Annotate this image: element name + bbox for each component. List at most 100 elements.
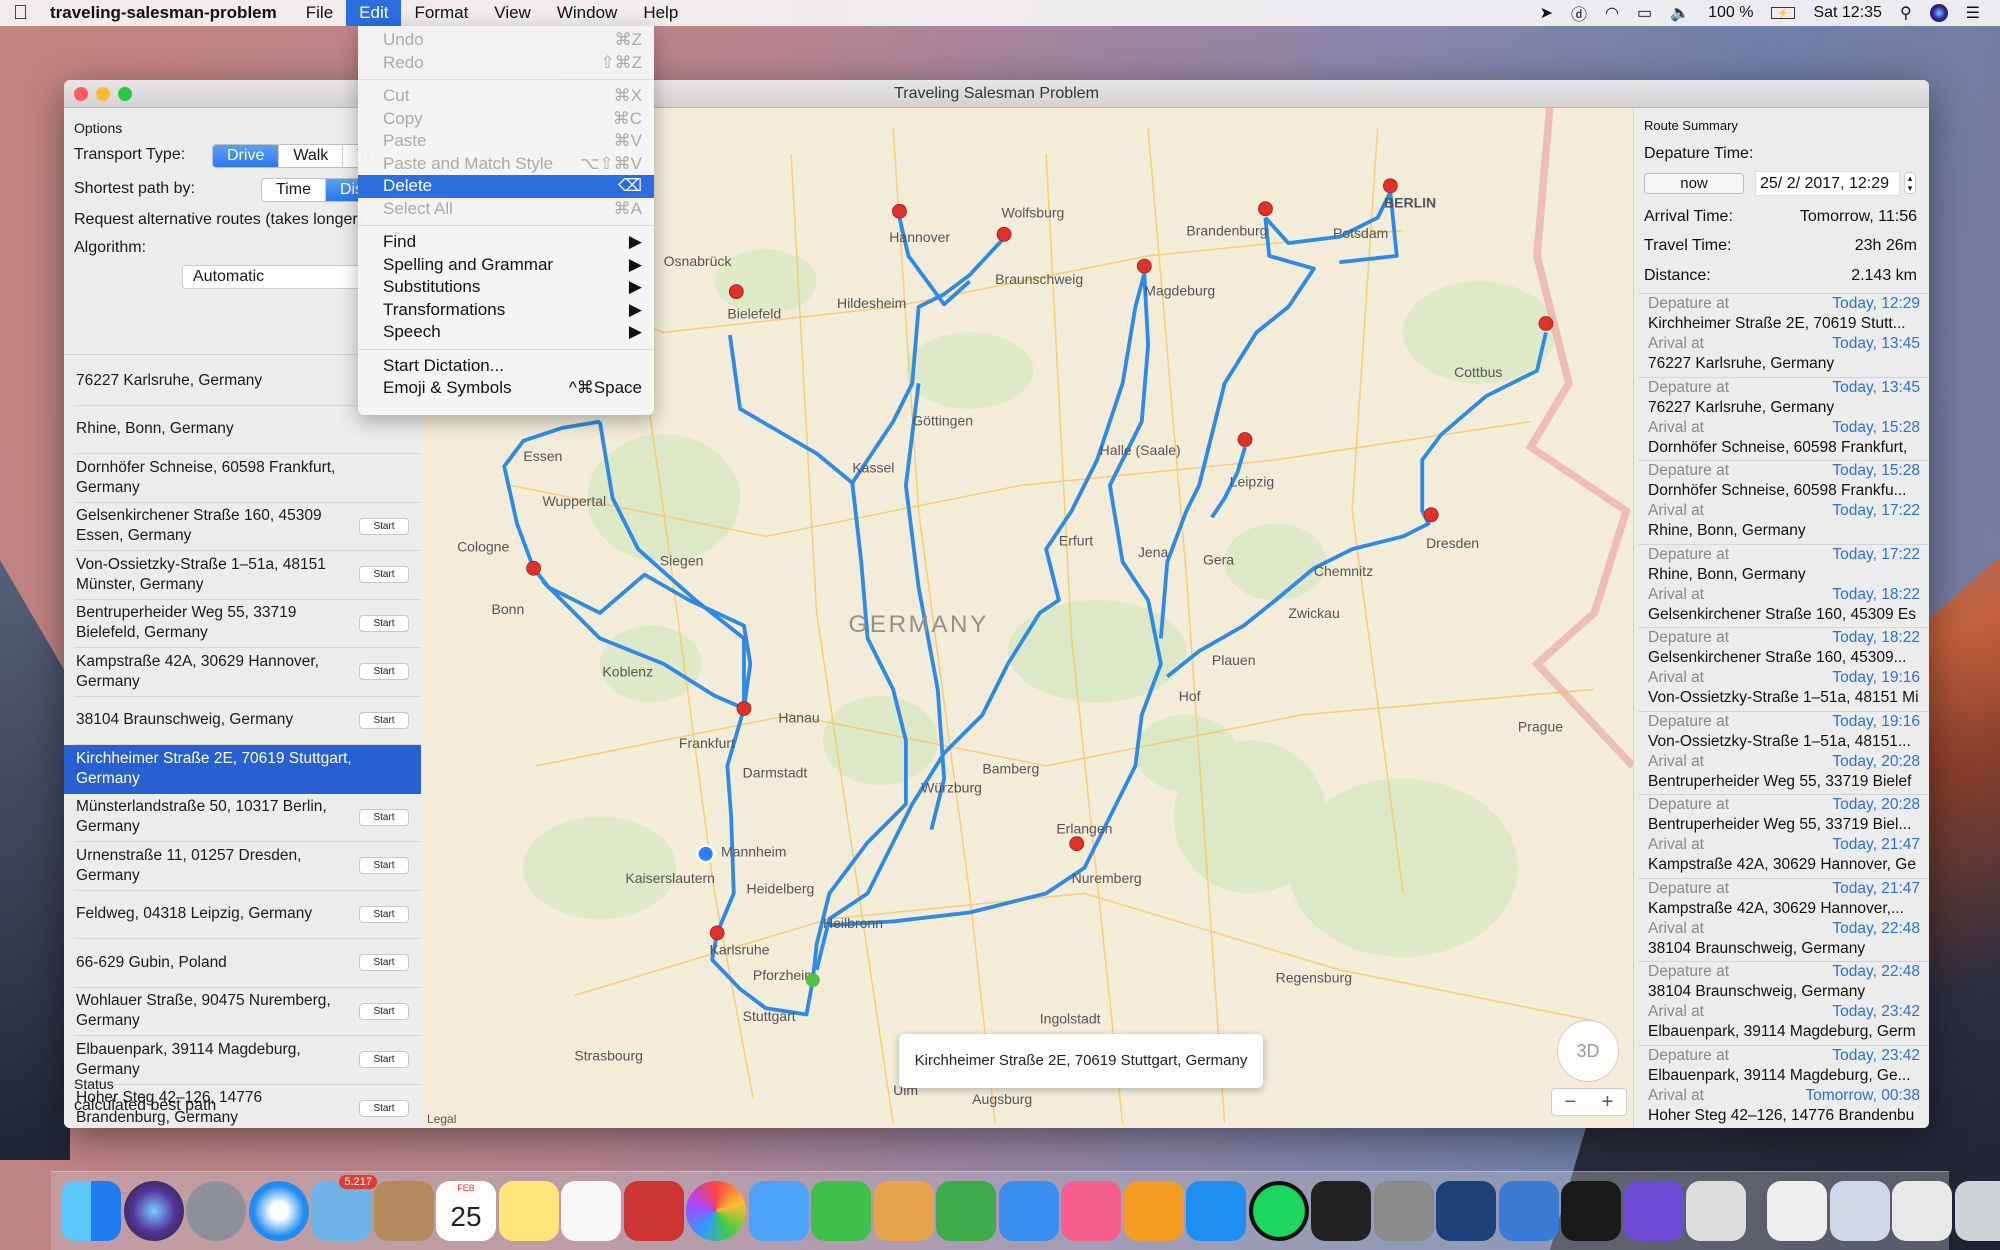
contacts-icon[interactable] <box>373 1181 434 1241</box>
finder-window-icon[interactable] <box>1892 1181 1952 1241</box>
menu-window[interactable]: Window <box>544 0 630 26</box>
menu-file[interactable]: File <box>293 0 346 26</box>
set-start-button[interactable]: Start <box>359 614 409 632</box>
mail-icon[interactable]: 5.217 <box>311 1175 377 1241</box>
app-menu[interactable]: traveling-salesman-problem <box>40 0 293 26</box>
dashlane-icon[interactable]: ⓓ <box>1571 1 1587 25</box>
itunes-icon[interactable] <box>1061 1181 1121 1241</box>
now-button[interactable]: now <box>1644 173 1744 194</box>
set-start-button[interactable]: Start <box>359 517 409 535</box>
menu-item-start-dictation[interactable]: Start Dictation... <box>358 355 654 378</box>
location-row[interactable]: Münsterlandstraße 50, 10317 Berlin, Germ… <box>74 794 421 842</box>
map-pin[interactable] <box>1382 178 1398 194</box>
siri-icon[interactable] <box>1929 4 1948 22</box>
calendar-icon[interactable]: FEB 25 <box>436 1181 496 1241</box>
notification-center-icon[interactable]: ☰ <box>1966 3 1980 23</box>
activity-monitor-icon[interactable] <box>1311 1181 1371 1241</box>
location-row[interactable]: 66-629 Gubin, Poland Start <box>74 939 421 988</box>
xcode-icon[interactable] <box>1498 1181 1559 1241</box>
menu-edit[interactable]: Edit <box>346 0 402 26</box>
location-arrow-icon[interactable]: ➤ <box>1540 3 1553 23</box>
map-pin[interactable] <box>892 203 907 219</box>
menu-item-find[interactable]: Find ▶ <box>358 231 654 254</box>
preview-icon[interactable] <box>1686 1181 1746 1241</box>
map-pin[interactable] <box>526 560 541 576</box>
start-pin[interactable] <box>805 973 820 988</box>
sourcetree-icon[interactable] <box>1436 1181 1496 1241</box>
ibooks-icon[interactable] <box>1123 1181 1184 1241</box>
messages-icon[interactable] <box>748 1181 809 1241</box>
menu-item-emoji-symbols[interactable]: Emoji & Symbols ^⌘Space <box>358 377 654 400</box>
clock[interactable]: Sat 12:35 <box>1813 4 1882 22</box>
numbers-icon[interactable] <box>936 1181 996 1241</box>
menu-item-transformations[interactable]: Transformations ▶ <box>358 299 654 322</box>
volume-icon[interactable]: 🔈 <box>1670 3 1690 23</box>
set-start-button[interactable]: Start <box>359 808 409 826</box>
menu-item-substitutions[interactable]: Substitutions ▶ <box>358 276 654 299</box>
set-start-button[interactable]: Start <box>359 1099 409 1117</box>
map-pin[interactable] <box>1538 316 1554 331</box>
set-start-button[interactable]: Start <box>359 711 409 729</box>
documents-icon[interactable] <box>1767 1181 1827 1241</box>
menu-help[interactable]: Help <box>630 0 691 26</box>
spotify-icon[interactable] <box>1248 1181 1309 1241</box>
set-start-button[interactable]: Start <box>359 566 409 583</box>
location-row[interactable]: Gelsenkirchener Straße 160, 45309 Essen,… <box>74 503 421 551</box>
minimize-button[interactable] <box>96 87 110 101</box>
keynote-preview-icon[interactable] <box>873 1181 934 1241</box>
location-row[interactable]: Urnenstraße 11, 01257 Dresden, Germany St… <box>74 842 421 891</box>
menu-item-spelling-and-grammar[interactable]: Spelling and Grammar ▶ <box>358 254 654 277</box>
legal-link[interactable]: Legal <box>427 1112 456 1126</box>
apple-menu-icon[interactable]:  <box>0 0 40 26</box>
airplay-icon[interactable]: ▭ <box>1637 3 1652 23</box>
alternative-routes-label[interactable]: Request alternative routes (takes longer… <box>74 211 363 229</box>
menu-format[interactable]: Format <box>401 0 481 26</box>
photos-icon[interactable] <box>686 1181 746 1241</box>
siri-icon[interactable] <box>123 1181 184 1241</box>
trash-icon[interactable] <box>1954 1181 2000 1241</box>
battery-charging-icon[interactable]: ⚡ <box>1771 7 1796 19</box>
location-row[interactable]: Kirchheimer Straße 2E, 70619 Stuttgart, … <box>64 745 421 794</box>
location-row[interactable]: 38104 Braunschweig, Germany Start <box>74 697 421 745</box>
terminal-icon[interactable] <box>1561 1181 1621 1241</box>
notes-icon[interactable] <box>498 1181 559 1241</box>
map-pin[interactable] <box>1069 836 1085 852</box>
launchpad-icon[interactable] <box>186 1181 246 1241</box>
3d-button[interactable]: 3D <box>1557 1020 1619 1082</box>
transport-drive[interactable]: Drive <box>213 145 280 167</box>
location-row[interactable]: Elbauenpark, 39114 Magdeburg, Germany Sta… <box>74 1036 421 1085</box>
close-button[interactable] <box>74 87 88 101</box>
shortest-time[interactable]: Time <box>262 179 326 201</box>
finder-icon[interactable] <box>61 1181 121 1241</box>
zoom-button[interactable] <box>118 87 132 101</box>
set-start-button[interactable]: Start <box>359 663 409 680</box>
transport-walk[interactable]: Walk <box>279 145 344 167</box>
app-store-icon[interactable] <box>1186 1181 1246 1241</box>
map-pin[interactable] <box>1423 507 1439 523</box>
set-start-button[interactable]: Start <box>359 1051 409 1068</box>
set-start-button[interactable]: Start <box>359 954 409 971</box>
map-pin[interactable] <box>996 226 1012 242</box>
departure-date-picker[interactable]: 25/ 2/ 2017, 12:29 <box>1755 171 1900 196</box>
keynote-icon[interactable] <box>998 1181 1059 1241</box>
facetime-icon[interactable] <box>811 1181 871 1241</box>
map-pin[interactable] <box>728 284 744 299</box>
downloads-icon[interactable] <box>1829 1181 1890 1241</box>
location-row[interactable]: Von-Ossietzky-Straße 1–51a, 48151 Münste… <box>74 551 421 600</box>
menu-item-speech[interactable]: Speech ▶ <box>358 321 654 344</box>
imovie-icon[interactable] <box>1623 1181 1684 1241</box>
set-start-button[interactable]: Start <box>359 857 409 874</box>
menu-item-delete[interactable]: Delete ⌫ <box>358 175 654 198</box>
location-row[interactable]: Feldweg, 04318 Leipzig, Germany Start <box>74 891 421 939</box>
map-pin[interactable] <box>709 925 725 941</box>
map-pin[interactable] <box>1136 258 1152 274</box>
date-stepper[interactable]: ▴ ▾ <box>1904 172 1916 194</box>
location-row[interactable]: Bentruperheider Weg 55, 33719 Bielefeld,… <box>74 600 421 648</box>
location-row[interactable]: Kampstraße 42A, 30629 Hannover, Germany S… <box>74 648 421 697</box>
system-preferences-icon[interactable] <box>1373 1181 1434 1241</box>
reminders-icon[interactable] <box>561 1181 621 1241</box>
map-pin[interactable] <box>1237 432 1253 447</box>
spotlight-search-icon[interactable]: ⚲ <box>1900 3 1912 23</box>
set-start-button[interactable]: Start <box>359 1002 409 1020</box>
zoom-out-button[interactable]: − <box>1552 1089 1589 1115</box>
